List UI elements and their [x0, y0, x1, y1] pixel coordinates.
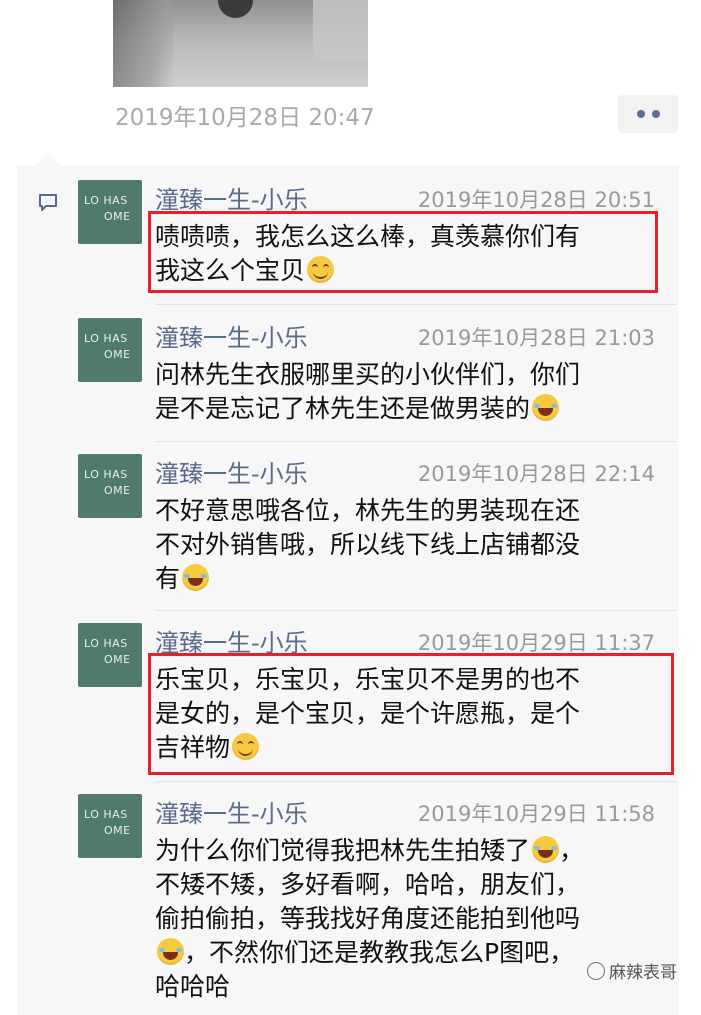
avatar-text: LO HAS — [84, 468, 128, 481]
comment-time: 2019年10月28日 20:51 — [417, 188, 655, 212]
avatar-text: LO HAS — [84, 332, 128, 345]
watermark-text: 麻辣表哥 — [609, 963, 677, 983]
comment-time: 2019年10月28日 22:14 — [417, 462, 655, 486]
wechat-logo-icon — [587, 961, 605, 980]
avatar[interactable]: LO HAS OME — [78, 623, 142, 687]
watermark: 麻辣表哥 — [587, 958, 677, 983]
comments-panel: LO HAS OME 潼臻一生-小乐 2019年10月28日 20:51 啧啧啧… — [17, 165, 679, 1015]
comment-author[interactable]: 潼臻一生-小乐 — [155, 794, 308, 829]
comment-author[interactable]: 潼臻一生-小乐 — [155, 180, 308, 215]
avatar-text: OME — [104, 348, 131, 361]
post-timestamp: 2019年10月28日 20:47 — [115, 105, 375, 131]
avatar[interactable]: LO HAS OME — [78, 794, 142, 858]
avatar-text: OME — [104, 484, 131, 497]
comment-time: 2019年10月29日 11:58 — [417, 802, 655, 826]
comment-time: 2019年10月28日 21:03 — [417, 326, 655, 350]
comment-text: 问林先生衣服哪里买的小伙伴们，你们 是不是忘记了林先生还是做男装的 — [155, 360, 581, 423]
avatar[interactable]: LO HAS OME — [78, 180, 142, 244]
photo-shoe — [218, 0, 253, 18]
more-dot-icon — [636, 110, 645, 118]
highlight-box — [148, 211, 658, 293]
laugh-cry-emoji-icon — [182, 564, 210, 591]
divider — [155, 781, 677, 782]
laugh-cry-emoji-icon — [532, 836, 560, 863]
avatar[interactable]: LO HAS OME — [78, 318, 142, 382]
comment-author[interactable]: 潼臻一生-小乐 — [155, 454, 308, 489]
avatar[interactable]: LO HAS OME — [78, 454, 142, 518]
avatar-text: OME — [104, 210, 131, 223]
comment-author[interactable]: 潼臻一生-小乐 — [155, 318, 308, 353]
photo-wall — [313, 0, 368, 60]
comment-bubble-icon — [39, 194, 57, 211]
shared-photo[interactable] — [113, 0, 368, 87]
more-dot-icon — [651, 110, 660, 118]
highlight-box — [148, 653, 674, 775]
photo-shadow — [113, 0, 173, 87]
avatar-text: LO HAS — [84, 637, 128, 650]
avatar-text: LO HAS — [84, 194, 128, 207]
avatar-text: OME — [104, 824, 131, 837]
laugh-cry-emoji-icon — [157, 938, 184, 965]
divider — [155, 610, 677, 611]
more-options-button[interactable] — [618, 95, 678, 133]
divider — [155, 304, 677, 305]
avatar-text: LO HAS — [84, 808, 128, 821]
comments-panel-arrow — [36, 153, 60, 165]
avatar-text: OME — [104, 653, 131, 666]
comment-text: 不好意思哦各位，林先生的男装现在还 不对外销售哦，所以线下线上店铺都没 有 — [155, 496, 581, 593]
laugh-cry-emoji-icon — [532, 394, 560, 421]
divider — [155, 441, 677, 442]
